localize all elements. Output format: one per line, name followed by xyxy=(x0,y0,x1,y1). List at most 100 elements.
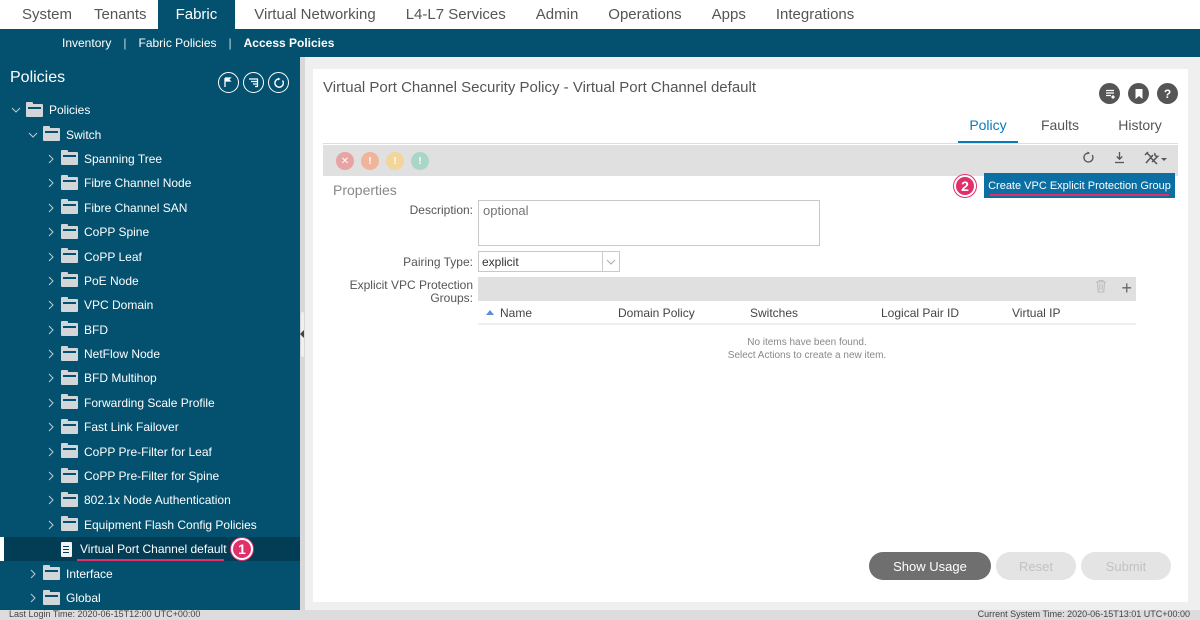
groups-table-header: Name Domain Policy Switches Logical Pair… xyxy=(478,301,1136,325)
tab-virtual-networking[interactable]: Virtual Networking xyxy=(235,0,386,29)
tree-item-label: 802.1x Node Authentication xyxy=(84,493,231,508)
tab-system[interactable]: System xyxy=(0,0,83,29)
column-name[interactable]: Name xyxy=(486,306,532,320)
chevron-right-icon[interactable] xyxy=(45,226,57,238)
column-switches[interactable]: Switches xyxy=(750,306,798,320)
major-fault-icon[interactable]: ! xyxy=(361,152,379,170)
tools-menu-icon[interactable] xyxy=(1144,151,1168,168)
column-domain-policy[interactable]: Domain Policy xyxy=(618,306,695,320)
folder-icon xyxy=(61,491,78,507)
bookmark-icon[interactable] xyxy=(1128,83,1149,104)
tree-item-equipment-flash-config-policies[interactable]: Equipment Flash Config Policies xyxy=(0,513,300,537)
chevron-right-icon[interactable] xyxy=(27,592,39,604)
download-icon[interactable] xyxy=(1113,151,1126,168)
chevron-right-icon[interactable] xyxy=(45,519,57,531)
tab-faults[interactable]: Faults xyxy=(1018,115,1102,144)
column-logical-pair-id[interactable]: Logical Pair ID xyxy=(881,306,959,320)
chevron-down-icon[interactable] xyxy=(10,104,22,116)
chevron-right-icon[interactable] xyxy=(45,421,57,433)
chevron-right-icon[interactable] xyxy=(45,275,57,287)
chevron-down-icon[interactable] xyxy=(27,129,39,141)
policy-document-icon xyxy=(61,541,72,557)
tab-admin[interactable]: Admin xyxy=(517,0,590,29)
tree-item-label: Policies xyxy=(49,103,91,118)
tab-integrations[interactable]: Integrations xyxy=(757,0,865,29)
tree-item-802-1x-node-authentication[interactable]: 802.1x Node Authentication xyxy=(0,488,300,512)
chevron-right-icon[interactable] xyxy=(45,177,57,189)
chevron-right-icon[interactable] xyxy=(45,397,57,409)
empty-table-message: No items have been found. Select Actions… xyxy=(478,336,1136,362)
tree-item-label: Switch xyxy=(66,127,102,142)
chevron-right-icon[interactable] xyxy=(45,372,57,384)
tab-operations[interactable]: Operations xyxy=(589,0,692,29)
add-icon[interactable]: + xyxy=(1121,279,1132,298)
tab-l4-l7-services[interactable]: L4-L7 Services xyxy=(387,0,517,29)
tree-item-copp-leaf[interactable]: CoPP Leaf xyxy=(0,244,300,268)
panel-splitter[interactable] xyxy=(300,57,305,610)
tree-item-switch[interactable]: Switch xyxy=(0,122,300,146)
chevron-right-icon[interactable] xyxy=(45,299,57,311)
chevron-right-icon[interactable] xyxy=(45,470,57,482)
tab-fabric[interactable]: Fabric xyxy=(157,0,236,29)
tree-item-label: BFD Multihop xyxy=(84,371,157,386)
refresh-icon[interactable] xyxy=(1082,151,1095,168)
tree-item-virtual-port-channel-default[interactable]: Virtual Port Channel default 1 xyxy=(0,537,300,562)
minor-fault-icon[interactable]: ! xyxy=(386,152,404,170)
menu-item-label: Create VPC Explicit Protection Group xyxy=(988,179,1171,192)
list-filter-icon[interactable] xyxy=(243,72,264,93)
tree-item-copp-spine[interactable]: CoPP Spine xyxy=(0,220,300,244)
chevron-right-icon[interactable] xyxy=(45,153,57,165)
tree-item-copp-pre-filter-for-spine[interactable]: CoPP Pre-Filter for Spine xyxy=(0,464,300,488)
tree-item-policies[interactable]: Policies xyxy=(0,98,300,122)
tree-item-poe-node[interactable]: PoE Node xyxy=(0,269,300,293)
submit-button[interactable]: Submit xyxy=(1081,552,1171,580)
subnav-separator: | xyxy=(228,36,232,50)
tab-history[interactable]: History xyxy=(1102,115,1178,144)
tree-item-spanning-tree[interactable]: Spanning Tree xyxy=(0,147,300,171)
folder-icon xyxy=(43,589,60,605)
critical-fault-icon[interactable]: ✕ xyxy=(336,152,354,170)
collapse-arrow-icon[interactable] xyxy=(300,330,304,338)
tab-policy[interactable]: Policy xyxy=(958,115,1018,144)
chevron-right-icon[interactable] xyxy=(45,324,57,336)
tab-apps[interactable]: Apps xyxy=(693,0,757,29)
tree-item-fast-link-failover[interactable]: Fast Link Failover xyxy=(0,415,300,439)
folder-icon xyxy=(61,223,78,239)
chevron-right-icon[interactable] xyxy=(45,202,57,214)
tree-item-vpc-domain[interactable]: VPC Domain xyxy=(0,293,300,317)
chevron-right-icon[interactable] xyxy=(45,446,57,458)
subnav-inventory[interactable]: Inventory xyxy=(62,36,111,50)
tree-item-forwarding-scale-profile[interactable]: Forwarding Scale Profile xyxy=(0,391,300,415)
tree-item-bfd-multihop[interactable]: BFD Multihop xyxy=(0,366,300,390)
tree-item-label: Fibre Channel Node xyxy=(84,176,192,191)
tree-item-fibre-channel-node[interactable]: Fibre Channel Node xyxy=(0,171,300,195)
pairing-type-select[interactable]: explicit xyxy=(478,251,620,272)
folder-icon xyxy=(61,272,78,288)
reset-button[interactable]: Reset xyxy=(996,552,1076,580)
subnav-fabric-policies[interactable]: Fabric Policies xyxy=(138,36,216,50)
tree-item-copp-pre-filter-for-leaf[interactable]: CoPP Pre-Filter for Leaf xyxy=(0,439,300,463)
tree-item-global[interactable]: Global xyxy=(0,586,300,610)
chevron-right-icon[interactable] xyxy=(45,494,57,506)
subnav-access-policies[interactable]: Access Policies xyxy=(244,36,335,50)
tree-item-interface[interactable]: Interface xyxy=(0,561,300,585)
sidebar: Policies Policies Switch Spanning Tree Fibr… xyxy=(0,57,300,610)
create-vpc-explicit-protection-group-menu-item[interactable]: Create VPC Explicit Protection Group xyxy=(984,173,1175,198)
documentation-icon[interactable] xyxy=(1099,83,1120,104)
tab-tenants[interactable]: Tenants xyxy=(83,0,158,29)
chevron-right-icon[interactable] xyxy=(27,568,39,580)
description-field[interactable] xyxy=(478,200,820,246)
warning-fault-icon[interactable]: ! xyxy=(411,152,429,170)
tree-item-fibre-channel-san[interactable]: Fibre Channel SAN xyxy=(0,196,300,220)
quick-start-icon[interactable] xyxy=(218,72,239,93)
tree-item-bfd[interactable]: BFD xyxy=(0,318,300,342)
show-usage-button[interactable]: Show Usage xyxy=(869,552,991,580)
tree-item-netflow-node[interactable]: NetFlow Node xyxy=(0,342,300,366)
chevron-right-icon[interactable] xyxy=(45,348,57,360)
chevron-down-icon[interactable] xyxy=(602,252,619,271)
column-virtual-ip[interactable]: Virtual IP xyxy=(1012,306,1060,320)
chevron-right-icon[interactable] xyxy=(45,251,57,263)
help-icon[interactable]: ? xyxy=(1157,83,1178,104)
trash-icon[interactable] xyxy=(1095,279,1107,298)
refresh-icon[interactable] xyxy=(268,72,289,93)
